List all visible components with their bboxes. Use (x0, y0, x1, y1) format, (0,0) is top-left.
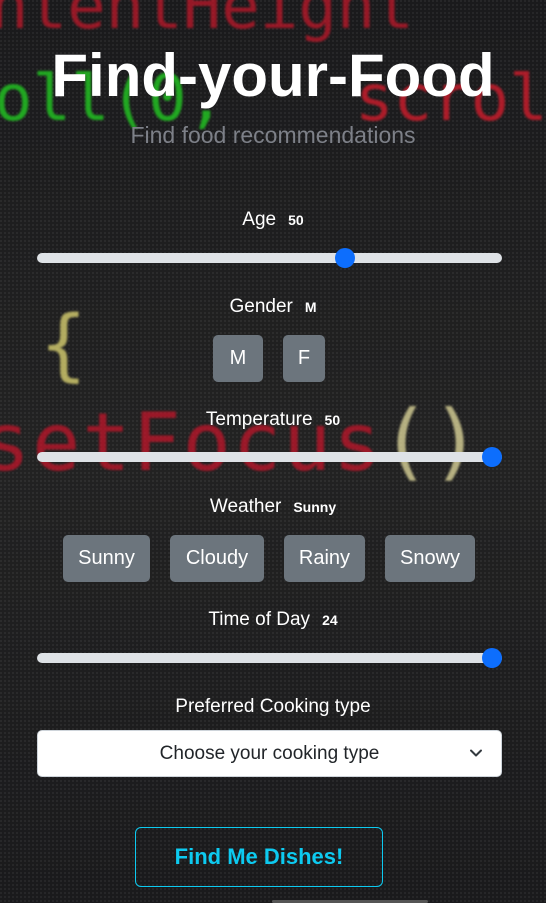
gender-m-button[interactable]: M (213, 335, 263, 382)
age-label: Age 50 (0, 208, 546, 232)
temperature-value: 50 (324, 412, 341, 428)
gender-f-button[interactable]: F (283, 335, 325, 382)
time-of-day-value: 24 (322, 612, 338, 628)
weather-label-text: Weather (209, 496, 282, 517)
gender-value: M (304, 299, 317, 315)
gender-label: Gender M (0, 295, 546, 319)
temperature-slider-track (37, 452, 502, 462)
page-subtitle: Find food recommendations (130, 122, 416, 148)
time-of-day-label: Time of Day 24 (0, 608, 546, 632)
weather-cloudy-button[interactable]: Cloudy (170, 535, 264, 582)
temperature-slider[interactable] (37, 446, 502, 468)
find-dishes-button[interactable]: Find Me Dishes! (135, 827, 383, 887)
weather-label: Weather Sunny (0, 495, 546, 519)
gender-label-text: Gender (229, 296, 293, 317)
chevron-down-icon (470, 749, 482, 757)
temperature-slider-thumb[interactable] (482, 447, 502, 467)
cooking-type-select[interactable]: Choose your cooking type (37, 730, 502, 777)
time-of-day-slider[interactable] (37, 647, 502, 669)
form-container: Find-your-Food Find food recommendations… (0, 0, 546, 903)
weather-snowy-button[interactable]: Snowy (385, 535, 475, 582)
page-title: Find-your-Food (51, 42, 495, 109)
temperature-label: Temperature 50 (0, 408, 546, 432)
weather-rainy-button[interactable]: Rainy (284, 535, 365, 582)
age-value: 50 (288, 212, 304, 228)
age-slider-track (37, 253, 502, 263)
age-slider[interactable] (37, 247, 502, 269)
weather-value: Sunny (293, 499, 337, 515)
age-label-text: Age (242, 209, 277, 230)
cooking-type-placeholder: Choose your cooking type (159, 743, 380, 764)
age-slider-thumb[interactable] (335, 248, 356, 268)
time-of-day-label-text: Time of Day (208, 609, 311, 630)
cooking-type-label: Preferred Cooking type (175, 696, 371, 717)
time-of-day-slider-thumb[interactable] (482, 648, 502, 668)
time-of-day-slider-track (37, 653, 502, 663)
temperature-label-text: Temperature (205, 409, 313, 430)
weather-sunny-button[interactable]: Sunny (63, 535, 150, 582)
